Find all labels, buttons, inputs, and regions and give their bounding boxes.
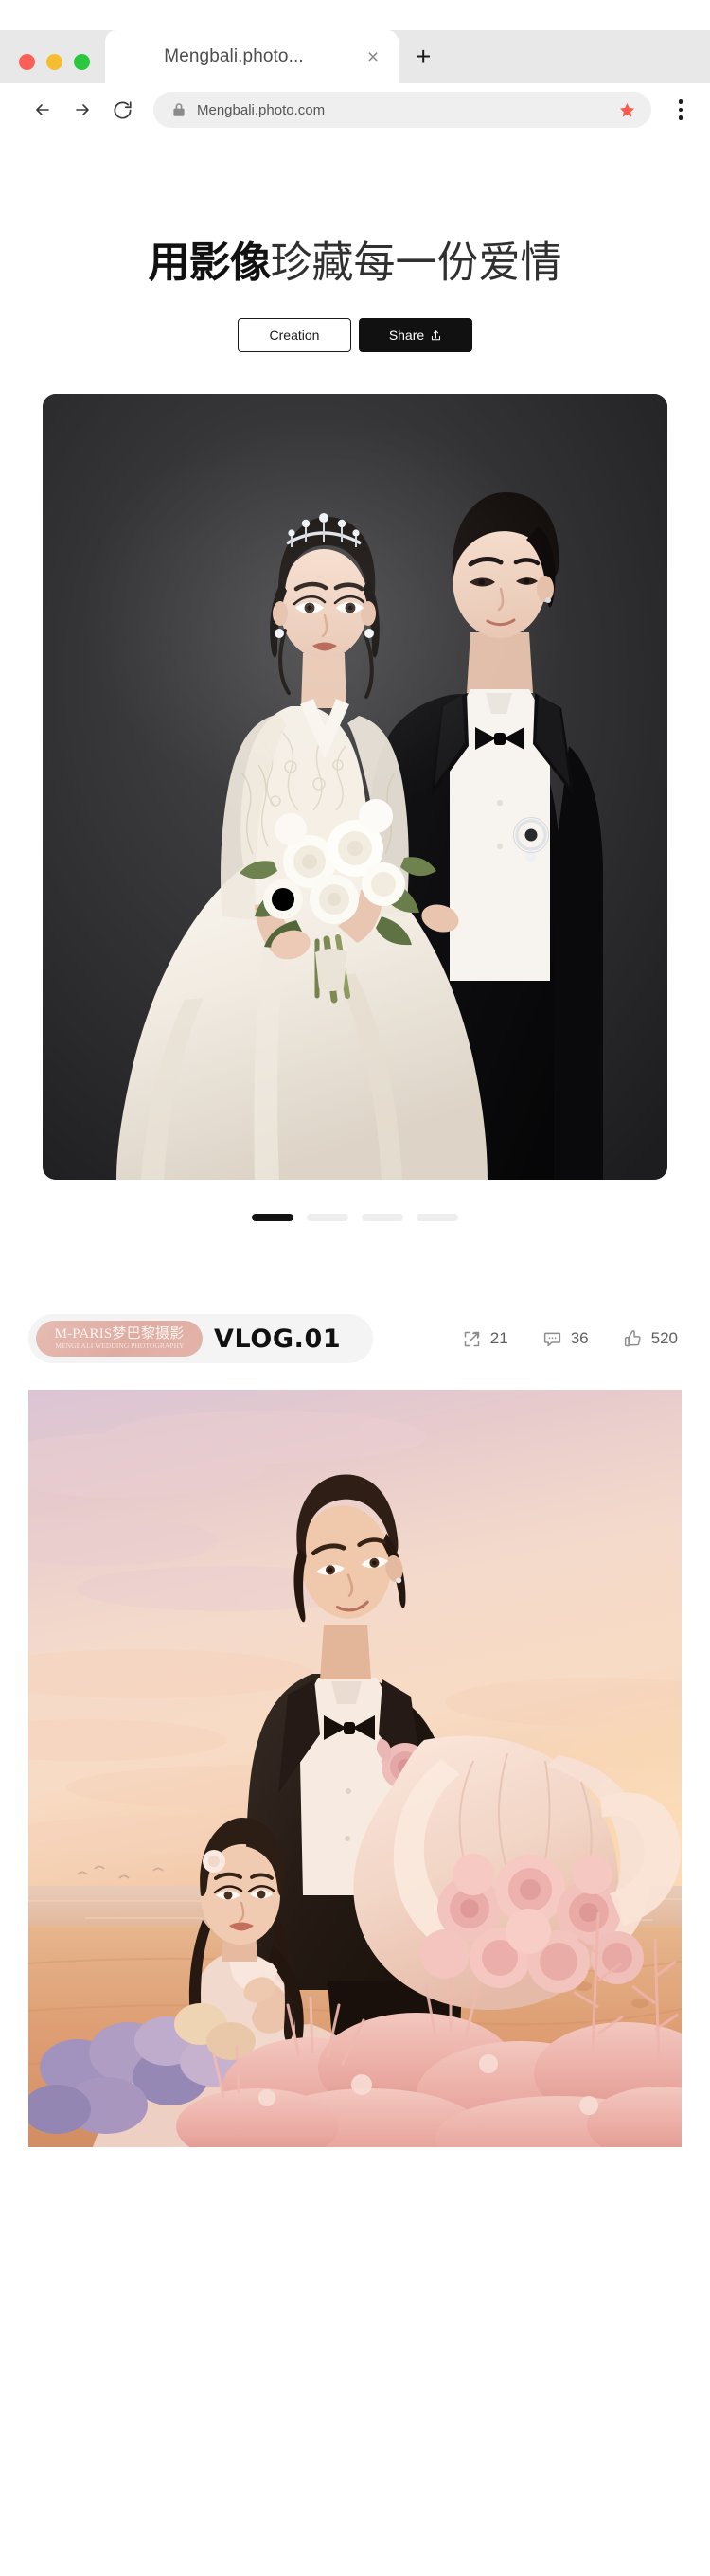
vlog-header-row: M-PARIS梦巴黎摄影 MENGBALI WEDDING PHOTOGRAPH… [0,1314,710,1363]
browser-toolbar: Mengbali.photo.com [0,83,710,136]
carousel-pagination[interactable] [0,1214,710,1221]
hero-carousel[interactable] [0,394,710,1221]
browser-tab[interactable]: Mengbali.photo... × [105,30,399,83]
page-title: 用影像珍藏每一份爱情 [0,238,710,288]
comment-count-stat[interactable]: 36 [542,1329,589,1349]
new-tab-button[interactable]: + [416,44,431,70]
creation-button[interactable]: Creation [238,318,351,352]
beach-sunset-couple-image [28,1390,682,2147]
address-bar[interactable]: Mengbali.photo.com [153,92,651,128]
star-icon[interactable] [618,101,636,119]
vlog-photo[interactable] [28,1390,682,2147]
vlog-stats: 21 36 520 [462,1329,678,1349]
window-maximize-button[interactable] [74,54,90,70]
brand-badge: M-PARIS梦巴黎摄影 MENGBALI WEDDING PHOTOGRAPH… [36,1321,203,1357]
browser-chrome: Mengbali.photo... × + Mengbali.photo.com [0,30,710,136]
page-title-thin: 珍藏每一份爱情 [270,238,562,288]
hero-section: 用影像珍藏每一份爱情 Creation Share [0,136,710,352]
lock-icon [172,102,186,117]
share-arrow-icon [464,1331,480,1346]
browser-menu-button[interactable] [668,94,693,126]
hero-action-buttons: Creation Share [0,318,710,352]
kebab-dot [678,115,683,120]
reload-button[interactable] [102,90,142,130]
tab-title: Mengbali.photo... [164,46,304,66]
share-upload-icon [432,329,441,340]
carousel-slide[interactable] [43,394,667,1180]
kebab-dot [678,99,683,104]
creation-button-label: Creation [269,328,320,343]
window-close-button[interactable] [19,54,35,70]
page-title-bold: 用影像 [148,239,272,287]
carousel-dot-2[interactable] [307,1214,348,1221]
share-button-label: Share [388,328,425,343]
comment-count-value: 36 [570,1329,589,1347]
carousel-dot-4[interactable] [417,1214,458,1221]
share-count-value: 21 [489,1329,508,1347]
window-minimize-button[interactable] [46,54,62,70]
vlog-label: VLOG.01 [214,1324,342,1354]
share-button[interactable]: Share [359,318,472,352]
kebab-dot [678,107,683,113]
carousel-dot-1[interactable] [252,1214,293,1221]
window-traffic-lights [19,54,105,83]
arrow-left-icon [36,104,49,115]
comment-bubble-icon [543,1332,560,1346]
like-count-value: 520 [650,1329,678,1347]
arrow-right-icon [76,104,89,115]
reload-icon [114,100,132,118]
vlog-title-pill[interactable]: M-PARIS梦巴黎摄影 MENGBALI WEDDING PHOTOGRAPH… [28,1314,374,1363]
share-count-stat[interactable]: 21 [462,1329,508,1349]
tab-strip: Mengbali.photo... × + [0,30,710,83]
forward-button[interactable] [62,90,102,130]
brand-name-sub: MENGBALI WEDDING PHOTOGRAPHY [54,1341,185,1350]
like-count-stat[interactable]: 520 [623,1329,678,1349]
carousel-dot-3[interactable] [362,1214,403,1221]
back-button[interactable] [23,90,62,130]
address-bar-url: Mengbali.photo.com [197,101,326,118]
wedding-couple-portrait-image [43,394,667,1180]
tab-close-icon[interactable]: × [363,47,383,67]
thumbs-up-icon [624,1329,641,1346]
page-content: 用影像珍藏每一份爱情 Creation Share M-PARIS梦巴黎摄影 M… [0,136,710,2576]
brand-name-main: M-PARIS梦巴黎摄影 [54,1326,185,1341]
